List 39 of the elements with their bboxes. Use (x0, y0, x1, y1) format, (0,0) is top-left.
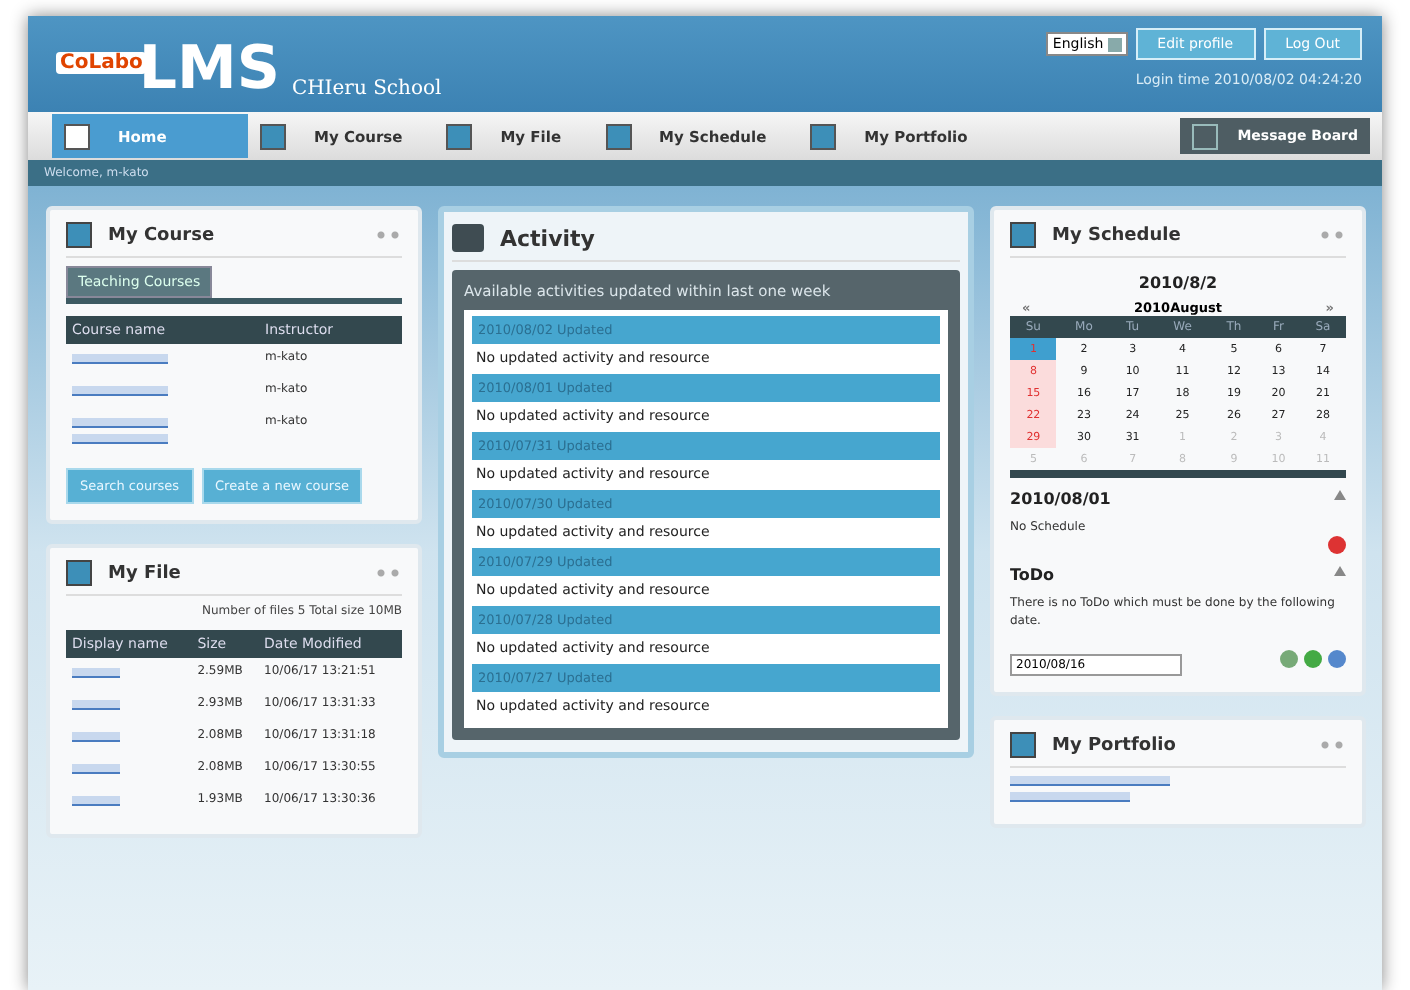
panel-title: My Course (108, 225, 217, 245)
day-title: 2010/08/01 (1010, 490, 1111, 508)
board-icon (1191, 123, 1218, 149)
panel-controls-icon[interactable] (1318, 740, 1346, 750)
nav-icon (260, 123, 286, 149)
collapse-icon[interactable] (1334, 490, 1346, 500)
panel-icon (66, 560, 92, 586)
blurred-link[interactable] (72, 434, 168, 444)
logo-prefix: CoLabo (56, 52, 147, 74)
panel-title: My Portfolio (1052, 735, 1178, 755)
panel-controls-icon[interactable] (1318, 230, 1346, 240)
blurred-link[interactable] (1010, 792, 1130, 802)
chat-icon (452, 224, 484, 252)
blurred-link[interactable] (72, 700, 120, 710)
blurred-link[interactable] (72, 418, 168, 428)
todo-title: ToDo (1010, 566, 1055, 584)
panel-controls-icon[interactable] (374, 568, 402, 578)
nav-icon (446, 123, 473, 149)
blurred-link[interactable] (72, 386, 168, 396)
blurred-link[interactable] (72, 796, 120, 806)
panel-title: My File (108, 563, 183, 583)
panel-icon (1010, 732, 1036, 758)
blurred-link[interactable] (72, 764, 120, 774)
blurred-link[interactable] (72, 354, 168, 364)
panel-title: Activity (500, 225, 595, 251)
dropdown-icon (1107, 37, 1122, 51)
blurred-link[interactable] (72, 668, 120, 678)
calendar-date: 2010/8/2 (1136, 274, 1220, 292)
collapse-icon[interactable] (1334, 566, 1346, 576)
panel-controls-icon[interactable] (374, 230, 402, 240)
blurred-link[interactable] (72, 732, 120, 742)
panel-icon (1010, 222, 1036, 248)
blurred-link[interactable] (1010, 776, 1170, 786)
panel-title: My Schedule (1052, 225, 1183, 245)
nav-icon (64, 123, 90, 149)
panel-icon (66, 222, 92, 248)
nav-icon (810, 123, 837, 149)
school-name: CHIeru School (291, 78, 442, 100)
nav-icon (605, 123, 632, 149)
